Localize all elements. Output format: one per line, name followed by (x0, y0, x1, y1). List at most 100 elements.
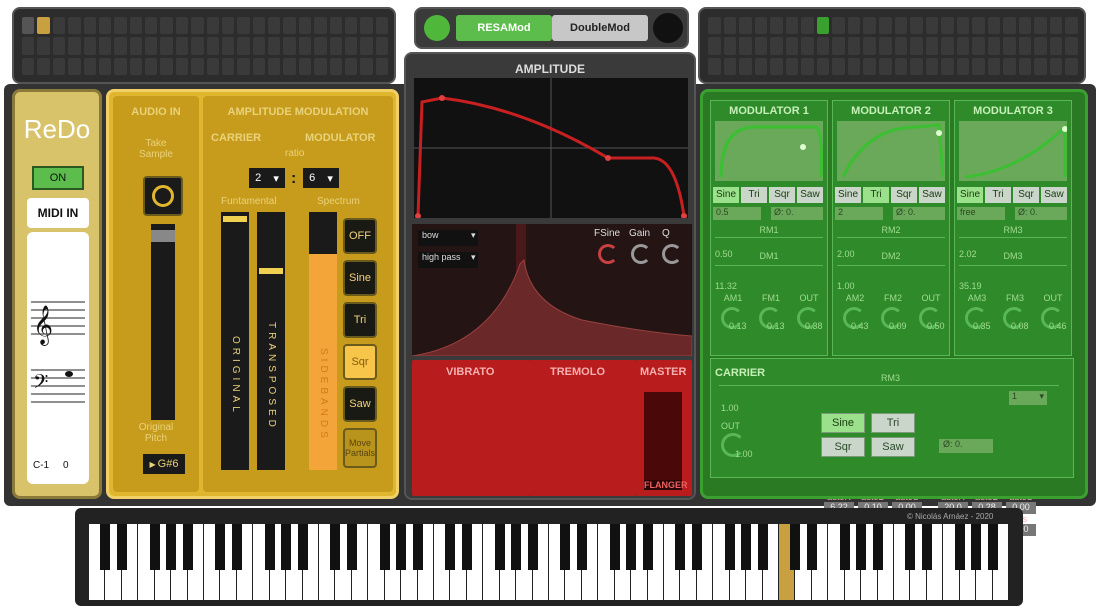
pad-cell[interactable] (1003, 37, 1016, 55)
pad-cell[interactable] (1018, 57, 1032, 75)
pad-cell[interactable] (878, 17, 892, 35)
black-key[interactable] (839, 524, 850, 570)
pad-cell[interactable] (360, 57, 373, 75)
pad-cell[interactable] (329, 37, 342, 55)
pad-cell[interactable] (832, 57, 845, 75)
pad-cell[interactable] (37, 37, 50, 55)
pad-cell[interactable] (972, 37, 985, 55)
pad-cell[interactable] (360, 37, 373, 55)
black-key[interactable] (856, 524, 867, 570)
pad-cell[interactable] (770, 57, 783, 75)
mod-phase[interactable]: Ø: 0. (1015, 207, 1067, 220)
pad-cell[interactable] (987, 17, 1001, 35)
black-key[interactable] (691, 524, 702, 570)
black-key[interactable] (527, 524, 538, 570)
mod-wave-sqr-button[interactable]: Sqr (891, 187, 917, 203)
pad-cell[interactable] (52, 57, 66, 75)
pad-cell[interactable] (925, 57, 939, 75)
q-knob[interactable] (662, 244, 682, 264)
pad-cell[interactable] (129, 57, 142, 75)
pad-cell[interactable] (37, 57, 50, 75)
pad-cell[interactable] (941, 17, 954, 35)
black-key[interactable] (741, 524, 752, 570)
pad-cell[interactable] (1018, 17, 1032, 35)
modulator-envelope[interactable] (715, 121, 823, 181)
pad-cell[interactable] (344, 17, 358, 35)
pad-cell[interactable] (68, 37, 81, 55)
pad-cell[interactable] (972, 57, 985, 75)
pad-cell[interactable] (298, 57, 312, 75)
pad-cell[interactable] (801, 57, 814, 75)
pad-cell[interactable] (770, 17, 783, 35)
black-key[interactable] (576, 524, 587, 570)
original-slider[interactable]: ORIGINAL (221, 212, 249, 470)
mod-phase[interactable]: Ø: 0. (893, 207, 945, 220)
black-key[interactable] (609, 524, 620, 570)
mod-select[interactable]: 0.5 (713, 207, 761, 220)
black-key[interactable] (872, 524, 883, 570)
pad-cell[interactable] (801, 37, 814, 55)
tab-resamod[interactable]: RESAMod (456, 15, 552, 41)
pad-cell[interactable] (816, 17, 830, 35)
pad-cell[interactable] (723, 57, 737, 75)
pad-cell[interactable] (52, 37, 66, 55)
pad-cell[interactable] (22, 17, 35, 35)
pad-cell[interactable] (1049, 17, 1063, 35)
pad-cell[interactable] (360, 17, 373, 35)
midi-in-button[interactable]: MIDI IN (27, 198, 89, 228)
pad-cell[interactable] (298, 37, 312, 55)
pad-cell[interactable] (268, 37, 281, 55)
pad-cell[interactable] (283, 17, 296, 35)
pad-cell[interactable] (863, 37, 876, 55)
black-key[interactable] (330, 524, 341, 570)
pad-cell[interactable] (83, 37, 96, 55)
pad-cell[interactable] (1018, 37, 1032, 55)
sidebands-slider[interactable]: SIDEBANDS (309, 212, 337, 470)
pad-cell[interactable] (175, 57, 189, 75)
original-slider-handle[interactable] (223, 216, 247, 222)
pad-cell[interactable] (894, 37, 908, 55)
black-key[interactable] (116, 524, 127, 570)
pad-cell[interactable] (910, 37, 923, 55)
pad-cell[interactable] (329, 57, 342, 75)
pad-cell[interactable] (754, 57, 768, 75)
pad-cell[interactable] (375, 17, 388, 35)
pad-cell[interactable] (283, 37, 296, 55)
pitch-slider-handle[interactable] (151, 230, 175, 242)
mod-wave-sine-button[interactable]: Sine (957, 187, 983, 203)
pad-cell[interactable] (160, 17, 173, 35)
mod-wave-tri-button[interactable]: Tri (741, 187, 767, 203)
black-key[interactable] (264, 524, 275, 570)
black-key[interactable] (560, 524, 571, 570)
pad-cell[interactable] (941, 57, 954, 75)
black-key[interactable] (790, 524, 801, 570)
pad-cell[interactable] (723, 17, 737, 35)
ratio-modulator-select[interactable]: 6 ▾ (303, 168, 339, 188)
on-button[interactable]: ON (32, 166, 84, 190)
ratio-carrier-select[interactable]: 2 ▾ (249, 168, 285, 188)
pad-cell[interactable] (114, 57, 127, 75)
pad-cell[interactable] (816, 57, 830, 75)
pad-cell[interactable] (314, 17, 327, 35)
pad-cell[interactable] (283, 57, 296, 75)
pad-cell[interactable] (847, 57, 861, 75)
pad-cell[interactable] (770, 37, 783, 55)
pad-cell[interactable] (298, 17, 312, 35)
pad-cell[interactable] (956, 17, 970, 35)
black-key[interactable] (166, 524, 177, 570)
pad-cell[interactable] (785, 37, 799, 55)
pad-cell[interactable] (1034, 37, 1047, 55)
pad-cell[interactable] (329, 17, 342, 35)
pad-cell[interactable] (114, 37, 127, 55)
pad-cell[interactable] (252, 17, 265, 35)
wave-off-button[interactable]: OFF (343, 218, 377, 254)
pad-cell[interactable] (191, 37, 204, 55)
black-key[interactable] (149, 524, 160, 570)
pad-cell[interactable] (739, 57, 752, 75)
pad-cell[interactable] (68, 17, 81, 35)
pad-cell[interactable] (22, 37, 35, 55)
carrier-phase[interactable]: Ø: 0. (939, 439, 993, 453)
mod-wave-sqr-button[interactable]: Sqr (769, 187, 795, 203)
black-key[interactable] (445, 524, 456, 570)
take-sample-button[interactable] (143, 176, 183, 216)
